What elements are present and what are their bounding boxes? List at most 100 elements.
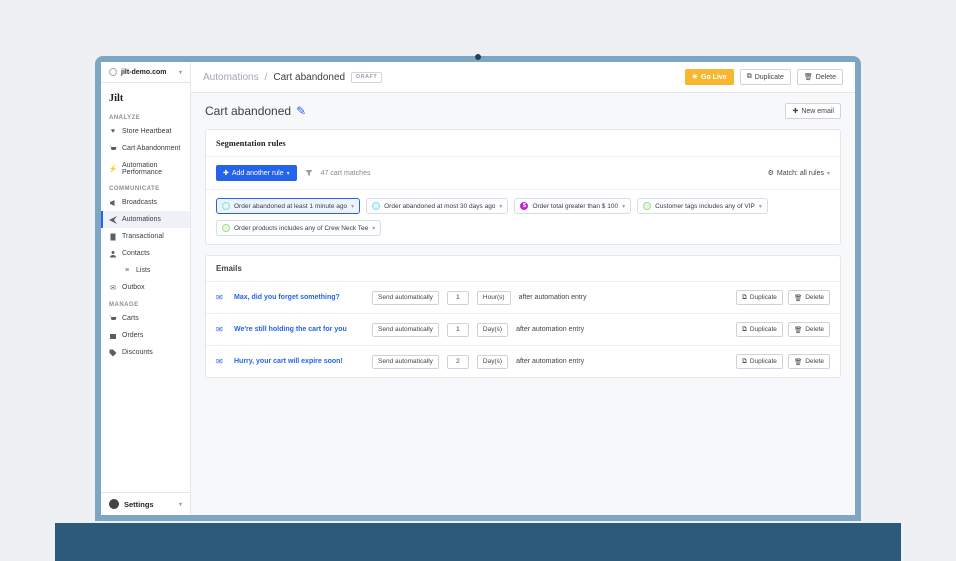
chevron-down-icon: ▾ (759, 203, 762, 210)
email-subject-link[interactable]: Max, did you forget something? (234, 294, 364, 301)
nav-automation-performance[interactable]: ⚡Automation Performance (101, 157, 190, 180)
nav-carts[interactable]: Carts (101, 310, 190, 327)
nav-section-analyze: ANALYZE (101, 109, 190, 123)
bolt-icon: ⚡ (109, 165, 117, 173)
main-area: Automations / Cart abandoned DRAFT ☀Go L… (191, 62, 855, 515)
row-duplicate-button[interactable]: ⧉Duplicate (736, 354, 783, 369)
nav-discounts[interactable]: Discounts (101, 344, 190, 361)
nav-automations[interactable]: Automations (101, 211, 190, 228)
email-subject-link[interactable]: We're still holding the cart for you (234, 326, 364, 333)
qty-input[interactable]: 1 (447, 323, 469, 337)
emails-heading: Emails (206, 256, 840, 282)
duplicate-button[interactable]: ⧉Duplicate (740, 69, 791, 85)
segmentation-heading: Segmentation rules (206, 130, 840, 157)
delete-button[interactable]: 🗑Delete (797, 69, 843, 85)
new-email-button[interactable]: ✚New email (785, 103, 841, 119)
rule-pill[interactable]: Customer tags includes any of VIP▾ (637, 198, 768, 214)
nav-cart-abandonment[interactable]: Cart Abandonment (101, 140, 190, 157)
sidebar: jilt-demo.com ▾ Jilt ANALYZE ♥Store Hear… (101, 62, 191, 515)
trash-icon: 🗑 (794, 294, 802, 302)
chevron-down-icon: ▾ (351, 203, 354, 210)
nav-section-manage: MANAGE (101, 296, 190, 310)
nav-store-heartbeat[interactable]: ♥Store Heartbeat (101, 123, 190, 140)
send-icon (109, 216, 117, 224)
rule-dot-icon (222, 224, 230, 232)
row-delete-button[interactable]: 🗑Delete (788, 322, 830, 337)
content: Cart abandoned ✎ ✚New email Segmentation… (191, 93, 855, 398)
camera-dot (475, 54, 481, 60)
heart-icon: ♥ (109, 128, 117, 136)
email-row: ✉ Hurry, your cart will expire soon! Sen… (206, 346, 840, 377)
nav-transactional[interactable]: Transactional (101, 228, 190, 245)
breadcrumb-parent[interactable]: Automations (203, 72, 259, 83)
nav-outbox[interactable]: ✉Outbox (101, 279, 190, 296)
device-base (55, 523, 901, 561)
go-live-button[interactable]: ☀Go Live (685, 69, 734, 85)
chevron-down-icon: ▾ (622, 203, 625, 210)
pencil-icon[interactable]: ✎ (296, 104, 306, 118)
rules-list: Order abandoned at least 1 minute ago▾ O… (206, 190, 840, 244)
list-icon: ≡ (123, 267, 131, 275)
nav-section-communicate: COMMUNICATE (101, 180, 190, 194)
add-rule-button[interactable]: ✚Add another rule▾ (216, 165, 297, 181)
cart-icon (109, 145, 117, 153)
chevron-down-icon: ▾ (827, 170, 830, 177)
mail-icon: ✉ (109, 284, 117, 292)
qty-input[interactable]: 2 (447, 355, 469, 369)
unit-select[interactable]: Day(s) (477, 355, 508, 369)
page-title: Cart abandoned ✎ (205, 104, 306, 118)
qty-input[interactable]: 1 (447, 291, 469, 305)
email-row: ✉ We're still holding the cart for you S… (206, 314, 840, 346)
row-delete-button[interactable]: 🗑Delete (788, 290, 830, 305)
device-frame: jilt-demo.com ▾ Jilt ANALYZE ♥Store Hear… (95, 56, 861, 521)
topbar: Automations / Cart abandoned DRAFT ☀Go L… (191, 62, 855, 93)
app-screen: jilt-demo.com ▾ Jilt ANALYZE ♥Store Hear… (101, 62, 855, 515)
copy-icon: ⧉ (742, 358, 747, 366)
row-delete-button[interactable]: 🗑Delete (788, 354, 830, 369)
email-subject-link[interactable]: Hurry, your cart will expire soon! (234, 358, 364, 365)
trash-icon: 🗑 (794, 358, 802, 366)
chevron-down-icon: ▾ (179, 69, 182, 76)
after-text: after automation entry (516, 326, 728, 333)
globe-icon (109, 68, 117, 76)
filter-icon (305, 169, 313, 177)
unit-select[interactable]: Day(s) (477, 323, 508, 337)
nav-contacts[interactable]: Contacts (101, 245, 190, 262)
rule-pill[interactable]: Order products includes any of Crew Neck… (216, 220, 381, 236)
rule-pill[interactable]: Order abandoned at most 30 days ago▾ (366, 198, 508, 214)
matches-count: 47 cart matches (321, 170, 371, 177)
segmentation-panel: Segmentation rules ✚Add another rule▾ 47… (205, 129, 841, 245)
copy-icon: ⧉ (742, 294, 747, 302)
unit-select[interactable]: Hour(s) (477, 291, 511, 305)
trash-icon: 🗑 (804, 73, 813, 81)
trash-icon: 🗑 (794, 326, 802, 334)
nav-orders[interactable]: Orders (101, 327, 190, 344)
megaphone-icon (109, 199, 117, 207)
after-text: after automation entry (519, 294, 729, 301)
row-duplicate-button[interactable]: ⧉Duplicate (736, 290, 783, 305)
row-duplicate-button[interactable]: ⧉Duplicate (736, 322, 783, 337)
rule-pill[interactable]: $Order total greater than $ 100▾ (514, 198, 631, 214)
send-mode-select[interactable]: Send automatically (372, 323, 439, 337)
chevron-down-icon: ▾ (287, 170, 290, 177)
rule-pill[interactable]: Order abandoned at least 1 minute ago▾ (216, 198, 360, 214)
email-row: ✉ Max, did you forget something? Send au… (206, 282, 840, 314)
box-icon (109, 332, 117, 340)
tag-icon (109, 349, 117, 357)
send-mode-select[interactable]: Send automatically (372, 291, 439, 305)
cart-icon (109, 315, 117, 323)
envelope-icon: ✉ (216, 293, 226, 302)
nav-lists[interactable]: ≡Lists (101, 262, 190, 279)
breadcrumb-separator: / (265, 72, 268, 83)
account-switcher[interactable]: jilt-demo.com ▾ (101, 62, 190, 83)
rule-dot-icon (643, 202, 651, 210)
plus-icon: ✚ (792, 107, 798, 115)
match-mode-select[interactable]: ⚙Match: all rules▾ (768, 169, 830, 177)
nav-broadcasts[interactable]: Broadcasts (101, 194, 190, 211)
account-domain: jilt-demo.com (121, 69, 167, 76)
envelope-icon: ✉ (216, 357, 226, 366)
chevron-down-icon: ▾ (179, 501, 182, 508)
settings-link[interactable]: Settings ▾ (101, 492, 190, 515)
send-mode-select[interactable]: Send automatically (372, 355, 439, 369)
envelope-icon: ✉ (216, 325, 226, 334)
